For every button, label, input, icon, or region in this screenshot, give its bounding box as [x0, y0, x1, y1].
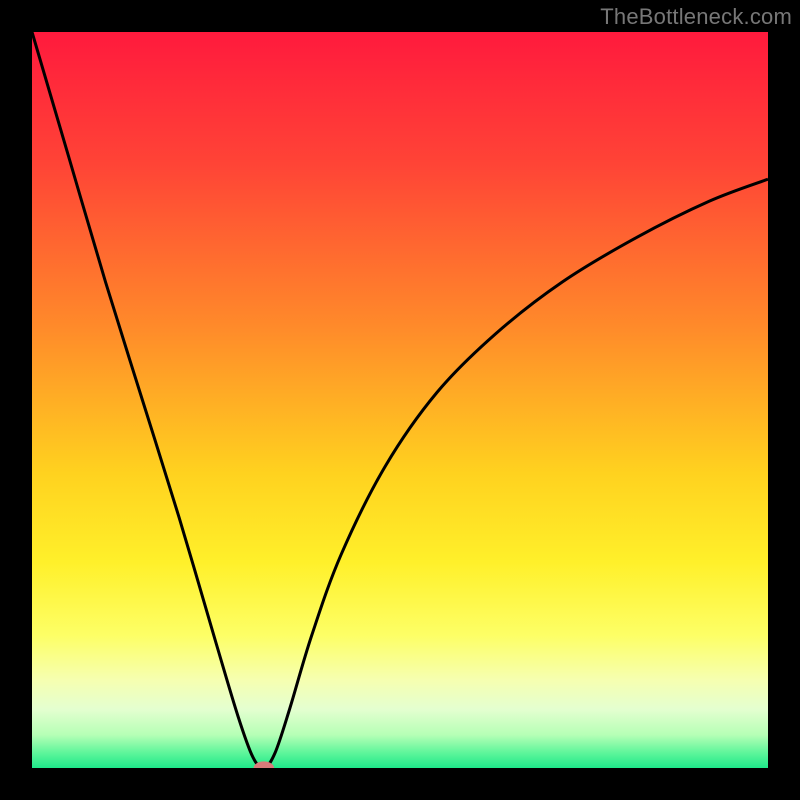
chart-frame: TheBottleneck.com — [0, 0, 800, 800]
attribution-watermark: TheBottleneck.com — [600, 4, 792, 30]
plot-area — [32, 32, 768, 768]
bottleneck-chart — [32, 32, 768, 768]
